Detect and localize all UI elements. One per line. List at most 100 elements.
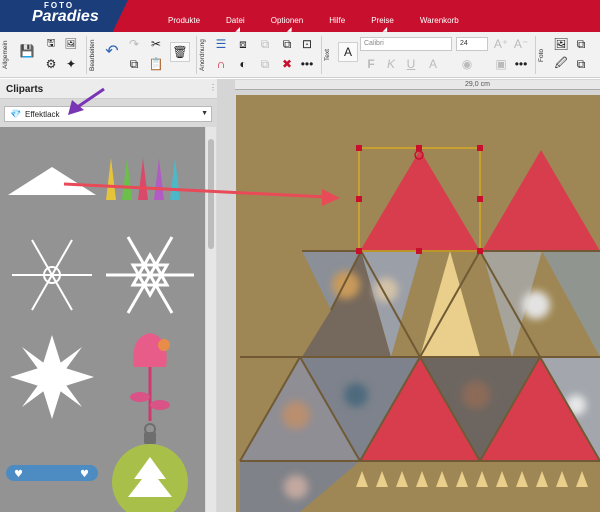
horizontal-ruler: 29,0 cm bbox=[235, 80, 600, 90]
snowflake-1-clipart[interactable] bbox=[12, 239, 92, 311]
group-label-allgemein: Allgemein bbox=[2, 40, 9, 70]
chevron-down-icon: ▼ bbox=[201, 110, 208, 117]
ornament-tree-clipart[interactable] bbox=[112, 423, 188, 517]
resize-handle[interactable] bbox=[356, 248, 362, 254]
menu-datei-label: Datei bbox=[226, 16, 245, 25]
ruler-label: 29,0 cm bbox=[465, 81, 490, 88]
resize-handle[interactable] bbox=[477, 248, 483, 254]
clipart-panel-header: Cliparts ⋮ bbox=[0, 79, 217, 99]
layer-up-icon[interactable]: ⧈ bbox=[234, 35, 252, 53]
page-content bbox=[239, 145, 600, 512]
grow-font-icon[interactable]: A⁺ bbox=[492, 35, 510, 53]
resize-handle[interactable] bbox=[477, 145, 483, 151]
svg-text:♥: ♥ bbox=[14, 469, 23, 480]
resize-handle[interactable] bbox=[356, 145, 362, 151]
layer-down-icon[interactable]: ◐ bbox=[234, 55, 252, 73]
red-triangle[interactable] bbox=[482, 150, 600, 251]
clipart-thumbnails: ♥ ♥ bbox=[6, 158, 194, 517]
ungroup-icon[interactable]: ⧉ bbox=[256, 55, 274, 73]
undo-icon[interactable]: ↶ bbox=[103, 42, 121, 60]
resize-handle[interactable] bbox=[356, 196, 362, 202]
gear-icon[interactable]: ⚙ bbox=[42, 55, 60, 73]
text-color-icon[interactable]: A bbox=[424, 55, 442, 73]
menu-optionen-label: Optionen bbox=[270, 16, 304, 25]
clipart-scrollbar[interactable] bbox=[206, 127, 216, 512]
scrollbar-thumb[interactable] bbox=[208, 139, 214, 249]
clipart-category-select[interactable]: 💎 Effektlack ▼ bbox=[4, 106, 212, 122]
app-header: FOTO Paradies Produkte Datei ◢ Optionen ◢ … bbox=[0, 0, 600, 33]
font-family-select[interactable]: Calibri bbox=[360, 37, 452, 51]
menu-hilfe[interactable]: Hilfe bbox=[329, 16, 345, 25]
text-shadow-icon[interactable]: ◉ bbox=[458, 55, 476, 73]
clipart-panel: Cliparts ⋮ 💎 Effektlack ▼ ♥ ♥ bbox=[0, 79, 217, 517]
group-label-foto: Foto bbox=[538, 48, 545, 62]
panel-title: Cliparts bbox=[6, 84, 44, 95]
menu-warenkorb-label: Warenkorb bbox=[419, 16, 459, 25]
photo-icon[interactable]: 🖼 bbox=[552, 35, 570, 53]
font-size-value: 24 bbox=[460, 40, 468, 47]
group-label-text: Text bbox=[324, 49, 331, 61]
menu-preise[interactable]: Preise ◢ bbox=[371, 16, 394, 33]
menu-datei[interactable]: Datei ◢ bbox=[226, 16, 245, 33]
group-label-bearbeiten: Bearbeiten bbox=[89, 39, 96, 71]
main-menu: Produkte Datei ◢ Optionen ◢ Hilfe Preise ◢ … bbox=[168, 16, 485, 33]
clipart-list: ♥ ♥ bbox=[0, 127, 205, 517]
underline-icon[interactable]: U bbox=[402, 55, 420, 73]
flower-clipart[interactable] bbox=[130, 333, 170, 421]
menu-produkte[interactable]: Produkte bbox=[168, 16, 200, 25]
design-page[interactable] bbox=[236, 95, 600, 512]
align-icon[interactable]: ☰ bbox=[212, 35, 230, 53]
bold-icon[interactable]: F bbox=[362, 55, 380, 73]
photo-filter-icon[interactable]: ⧉ bbox=[572, 55, 590, 73]
add-text-icon[interactable]: A bbox=[338, 42, 358, 62]
remove-icon[interactable]: ✖ bbox=[278, 55, 296, 73]
delete-icon[interactable]: 🗑 bbox=[170, 42, 190, 62]
hearts-banner-clipart[interactable]: ♥ ♥ bbox=[6, 465, 98, 481]
magnet-icon[interactable]: ∩ bbox=[212, 55, 230, 73]
photo-effect-icon[interactable]: 🖉 bbox=[552, 55, 570, 73]
save-as-icon[interactable]: 🖫 bbox=[42, 35, 60, 53]
italic-icon[interactable]: K bbox=[382, 55, 400, 73]
svg-text:♥: ♥ bbox=[80, 469, 89, 480]
resize-handle[interactable] bbox=[416, 145, 422, 151]
diamond-icon: 💎 bbox=[10, 109, 22, 119]
snowflake-3-clipart[interactable] bbox=[10, 335, 94, 419]
menu-produkte-label: Produkte bbox=[168, 16, 201, 25]
resize-handle[interactable] bbox=[477, 196, 483, 202]
image-save-icon[interactable]: 🖼 bbox=[62, 35, 80, 53]
shrink-font-icon[interactable]: A⁻ bbox=[512, 35, 530, 53]
triangle-clipart[interactable] bbox=[8, 167, 96, 195]
group-label-anordnung: Anordnung bbox=[199, 39, 206, 71]
toolbar-divider bbox=[86, 36, 87, 74]
category-value: Effektlack bbox=[25, 110, 60, 119]
toolbar-divider bbox=[321, 36, 322, 74]
magic-wand-icon[interactable]: ✦ bbox=[62, 55, 80, 73]
more-icon[interactable]: ••• bbox=[298, 55, 316, 73]
drag-handle-icon[interactable]: ⋮ bbox=[209, 83, 217, 92]
menu-preise-label: Preise bbox=[371, 16, 394, 25]
photo-edit-icon[interactable]: ⧉ bbox=[572, 35, 590, 53]
redo-icon[interactable]: ↷ bbox=[125, 35, 143, 53]
font-size-select[interactable]: 24 bbox=[456, 37, 488, 51]
save-icon[interactable]: 💾 bbox=[18, 42, 36, 60]
copy-icon[interactable]: ⧉ bbox=[125, 55, 143, 73]
more-icon[interactable]: ••• bbox=[512, 55, 530, 73]
font-family-value: Calibri bbox=[364, 40, 384, 47]
photo-tile[interactable] bbox=[542, 251, 600, 357]
cut-icon[interactable]: ✂ bbox=[147, 35, 165, 53]
crop-icon[interactable]: ⊡ bbox=[298, 35, 316, 53]
text-align-icon[interactable]: ▣ bbox=[492, 55, 510, 73]
resize-handle[interactable] bbox=[416, 248, 422, 254]
small-triangles-row[interactable] bbox=[356, 471, 588, 487]
menu-optionen[interactable]: Optionen ◢ bbox=[270, 16, 304, 33]
toolbar: Allgemein 💾 🖫 🖼 ⚙ ✦ Bearbeiten ↶ ↷ ✂ ⧉ 📋… bbox=[0, 32, 600, 78]
paste-icon[interactable]: 📋 bbox=[147, 55, 165, 73]
toolbar-divider bbox=[535, 36, 536, 74]
brand-logo[interactable]: FOTO Paradies bbox=[0, 0, 128, 32]
group-icon[interactable]: ⧉ bbox=[256, 35, 274, 53]
snowflake-2-clipart[interactable] bbox=[106, 236, 194, 314]
red-triangle-selected[interactable] bbox=[360, 150, 480, 251]
replace-icon[interactable]: ⧉ bbox=[278, 35, 296, 53]
christmas-trees-clipart[interactable] bbox=[106, 158, 180, 200]
menu-warenkorb[interactable]: Warenkorb bbox=[420, 16, 459, 25]
